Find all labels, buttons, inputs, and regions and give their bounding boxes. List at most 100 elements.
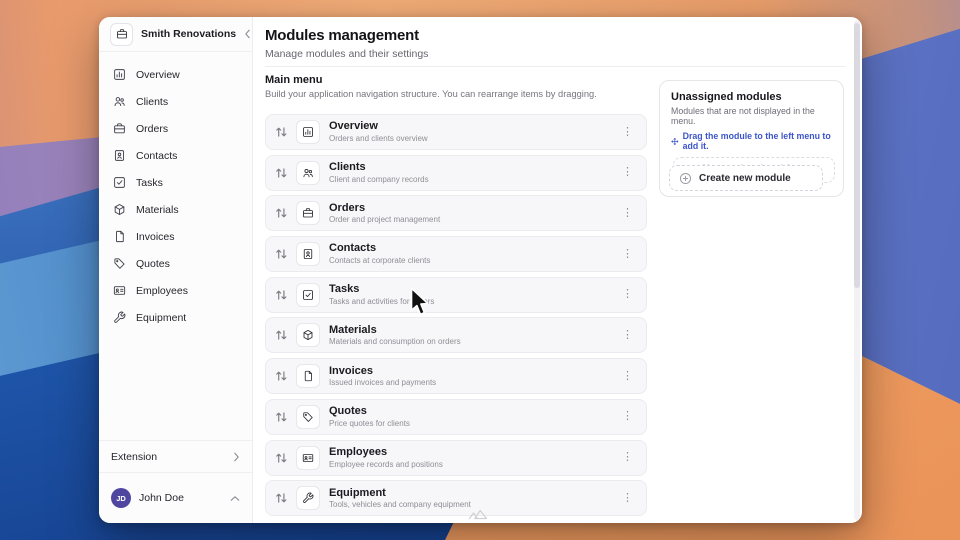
sidebar-item-tasks[interactable]: Tasks <box>107 169 244 196</box>
drag-handle-icon[interactable] <box>275 370 288 382</box>
sidebar-item-icon <box>113 203 126 216</box>
module-title: Materials <box>329 324 619 337</box>
kebab-menu-icon[interactable]: ⋮ <box>619 206 636 221</box>
sidebar-collapse-button[interactable] <box>244 29 251 39</box>
kebab-menu-icon[interactable]: ⋮ <box>619 491 636 506</box>
kebab-menu-icon[interactable]: ⋮ <box>619 287 636 302</box>
panel-description: Modules that are not displayed in the me… <box>671 106 832 126</box>
page-subtitle: Manage modules and their settings <box>265 48 428 60</box>
module-card-invoices[interactable]: Invoices Issued invoices and payments ⋮ <box>265 358 647 394</box>
module-card-orders[interactable]: Orders Order and project management ⋮ <box>265 195 647 231</box>
module-text: Quotes Price quotes for clients <box>329 405 619 428</box>
module-description: Contacts at corporate clients <box>329 256 619 266</box>
main-content: Modules management Manage modules and th… <box>253 17 862 523</box>
kebab-menu-icon[interactable]: ⋮ <box>619 369 636 384</box>
kebab-menu-icon[interactable]: ⋮ <box>619 409 636 424</box>
drag-handle-icon[interactable] <box>275 329 288 341</box>
module-title: Tasks <box>329 283 619 296</box>
kebab-menu-icon[interactable]: ⋮ <box>619 125 636 140</box>
module-card-tasks[interactable]: Tasks Tasks and activities for orders ⋮ <box>265 277 647 313</box>
org-header[interactable]: Smith Renovations <box>99 17 252 52</box>
kebab-menu-icon[interactable]: ⋮ <box>619 450 636 465</box>
drag-handle-icon[interactable] <box>275 167 288 179</box>
module-icon <box>296 201 320 225</box>
scrollbar-thumb[interactable] <box>854 23 860 288</box>
drag-handle-icon[interactable] <box>275 248 288 260</box>
sidebar-item-label: Overview <box>136 69 180 81</box>
sidebar-item-icon <box>113 257 126 270</box>
sidebar-item-icon <box>113 122 126 135</box>
create-new-module-button[interactable]: Create new module <box>669 165 823 191</box>
module-text: Orders Order and project management <box>329 202 619 225</box>
plus-circle-icon <box>679 172 692 185</box>
kebab-menu-icon[interactable]: ⋮ <box>619 165 636 180</box>
module-icon <box>296 323 320 347</box>
sidebar-item-label: Invoices <box>136 231 175 243</box>
module-icon <box>296 486 320 510</box>
module-description: Client and company records <box>329 175 619 185</box>
module-icon <box>296 405 320 429</box>
module-text: Contacts Contacts at corporate clients <box>329 242 619 265</box>
sidebar-item-icon <box>113 284 126 297</box>
module-text: Tasks Tasks and activities for orders <box>329 283 619 306</box>
module-card-contacts[interactable]: Contacts Contacts at corporate clients ⋮ <box>265 236 647 272</box>
drag-handle-icon[interactable] <box>275 411 288 423</box>
sidebar-item-icon <box>113 230 126 243</box>
module-text: Materials Materials and consumption on o… <box>329 324 619 347</box>
sidebar-item-icon <box>113 149 126 162</box>
kebab-menu-icon[interactable]: ⋮ <box>619 247 636 262</box>
module-description: Employee records and positions <box>329 460 619 470</box>
drag-hint-label: Drag the module to the left menu to add … <box>683 131 832 151</box>
module-icon <box>296 120 320 144</box>
module-title: Clients <box>329 161 619 174</box>
sidebar-item-label: Tasks <box>136 177 163 189</box>
sidebar-item-employees[interactable]: Employees <box>107 277 244 304</box>
sidebar-item-label: Equipment <box>136 312 186 324</box>
sidebar-spacer <box>99 331 252 440</box>
sidebar-item-invoices[interactable]: Invoices <box>107 223 244 250</box>
kebab-menu-icon[interactable]: ⋮ <box>619 328 636 343</box>
sidebar-item-icon <box>113 311 126 324</box>
module-card-equipment[interactable]: Equipment Tools, vehicles and company eq… <box>265 480 647 516</box>
module-card-employees[interactable]: Employees Employee records and positions… <box>265 440 647 476</box>
module-description: Price quotes for clients <box>329 419 619 429</box>
sidebar-item-contacts[interactable]: Contacts <box>107 142 244 169</box>
move-icon <box>671 137 679 146</box>
module-card-clients[interactable]: Clients Client and company records ⋮ <box>265 155 647 191</box>
drag-hint[interactable]: Drag the module to the left menu to add … <box>671 131 832 151</box>
sidebar-item-quotes[interactable]: Quotes <box>107 250 244 277</box>
chevron-up-icon <box>230 495 240 502</box>
drag-handle-icon[interactable] <box>275 452 288 464</box>
module-description: Order and project management <box>329 215 619 225</box>
extension-label: Extension <box>111 451 233 463</box>
sidebar-item-materials[interactable]: Materials <box>107 196 244 223</box>
module-title: Overview <box>329 120 619 133</box>
module-title: Employees <box>329 446 619 459</box>
sidebar-item-label: Quotes <box>136 258 170 270</box>
drag-handle-icon[interactable] <box>275 492 288 504</box>
sidebar-item-orders[interactable]: Orders <box>107 115 244 142</box>
sidebar-item-equipment[interactable]: Equipment <box>107 304 244 331</box>
module-description: Orders and clients overview <box>329 134 619 144</box>
panel-title: Unassigned modules <box>671 91 832 103</box>
module-text: Invoices Issued invoices and payments <box>329 365 619 388</box>
module-icon <box>296 446 320 470</box>
module-title: Equipment <box>329 487 619 500</box>
module-card-overview[interactable]: Overview Orders and clients overview ⋮ <box>265 114 647 150</box>
drag-handle-icon[interactable] <box>275 289 288 301</box>
sidebar-item-icon <box>113 95 126 108</box>
drag-handle-icon[interactable] <box>275 207 288 219</box>
module-text: Employees Employee records and positions <box>329 446 619 469</box>
module-card-quotes[interactable]: Quotes Price quotes for clients ⋮ <box>265 399 647 435</box>
module-title: Orders <box>329 202 619 215</box>
user-menu[interactable]: JD John Doe <box>99 472 252 523</box>
module-text: Clients Client and company records <box>329 161 619 184</box>
module-text: Equipment Tools, vehicles and company eq… <box>329 487 619 510</box>
drag-handle-icon[interactable] <box>275 126 288 138</box>
create-button-label: Create new module <box>699 173 791 184</box>
module-list: Overview Orders and clients overview ⋮ C… <box>265 114 647 521</box>
module-card-materials[interactable]: Materials Materials and consumption on o… <box>265 317 647 353</box>
sidebar-item-extension[interactable]: Extension <box>99 440 252 472</box>
sidebar-item-overview[interactable]: Overview <box>107 61 244 88</box>
sidebar-item-clients[interactable]: Clients <box>107 88 244 115</box>
